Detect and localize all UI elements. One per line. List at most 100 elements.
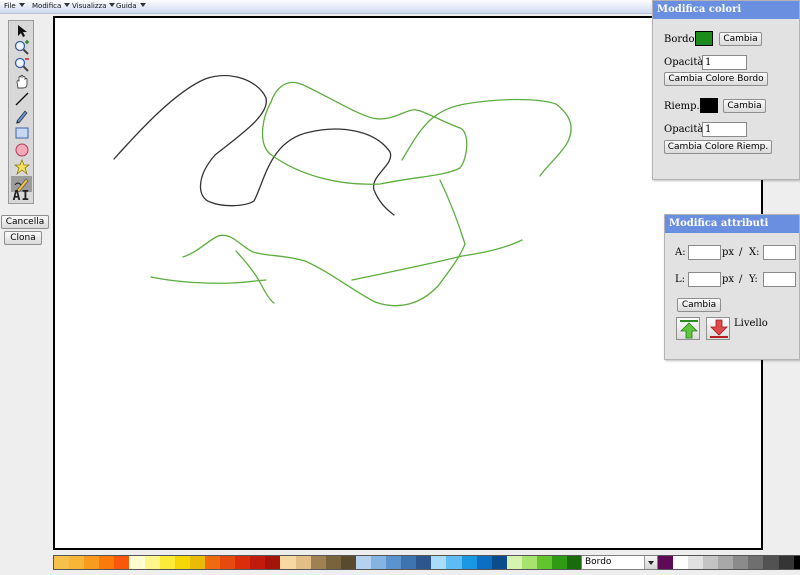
palette-color-swatch[interactable] bbox=[159, 556, 175, 569]
attributes-panel: Modifica attributi A: px / X: L: px / Y:… bbox=[664, 214, 800, 360]
palette-color-swatch[interactable] bbox=[129, 556, 145, 569]
palette-color-swatch[interactable] bbox=[295, 556, 311, 569]
palette-color-swatch[interactable] bbox=[748, 556, 764, 569]
y-input[interactable] bbox=[763, 272, 796, 287]
palette-color-swatch[interactable] bbox=[657, 556, 673, 569]
palette-color-swatch[interactable] bbox=[54, 556, 70, 569]
ellipse-icon[interactable] bbox=[11, 142, 32, 158]
stroke-green-5 bbox=[150, 276, 267, 284]
palette-color-swatch[interactable] bbox=[370, 556, 387, 569]
palette-color-swatch[interactable] bbox=[416, 556, 432, 569]
menu-file[interactable]: File bbox=[4, 2, 25, 10]
palette-color-swatch[interactable] bbox=[340, 556, 356, 569]
chevron-down-icon bbox=[139, 3, 146, 7]
border-change-button[interactable]: Cambia bbox=[719, 32, 762, 46]
palette-color-swatch[interactable] bbox=[355, 556, 371, 569]
palette-color-swatch[interactable] bbox=[235, 556, 251, 569]
palette-color-swatch[interactable] bbox=[204, 556, 221, 569]
arrow-up-icon bbox=[680, 320, 698, 339]
palette-color-swatch[interactable] bbox=[99, 556, 115, 569]
palette-color-swatch[interactable] bbox=[763, 556, 779, 569]
line-icon[interactable] bbox=[11, 91, 32, 107]
palette-color-swatch[interactable] bbox=[476, 556, 492, 569]
palette-color-swatch[interactable] bbox=[506, 556, 522, 569]
separator-slash: / bbox=[739, 274, 743, 285]
palette-color-swatch[interactable] bbox=[265, 556, 281, 569]
zoom-out-icon[interactable] bbox=[11, 57, 32, 73]
palette-color-swatch[interactable] bbox=[144, 556, 160, 569]
palette-color-swatch[interactable] bbox=[280, 556, 296, 569]
stroke-green-4 bbox=[351, 239, 523, 281]
palette-color-swatch[interactable] bbox=[491, 556, 507, 569]
palette-color-swatch[interactable] bbox=[521, 556, 537, 569]
select-arrow-icon[interactable] bbox=[11, 23, 32, 39]
rectangle-icon[interactable] bbox=[11, 125, 32, 141]
chevron-down-icon bbox=[18, 3, 25, 7]
fill-color-label: Riemp.: bbox=[664, 101, 704, 112]
x-input[interactable] bbox=[763, 245, 796, 260]
l-unit: px bbox=[722, 274, 735, 285]
palette-color-swatch[interactable] bbox=[537, 556, 553, 569]
zoom-in-icon[interactable] bbox=[11, 40, 32, 56]
a-label: A: bbox=[675, 247, 686, 258]
text-icon[interactable]: AI bbox=[11, 188, 32, 204]
palette-color-swatch[interactable] bbox=[793, 556, 800, 569]
fill-opacity-input[interactable] bbox=[702, 122, 747, 137]
palette-color-swatch[interactable] bbox=[778, 556, 794, 569]
stroke-dark-1 bbox=[113, 75, 395, 216]
palette-color-swatch[interactable] bbox=[250, 556, 266, 569]
colors-panel: Modifica colori Bordo: Cambia Opacità: C… bbox=[652, 0, 800, 180]
palette-color-swatch[interactable] bbox=[703, 556, 719, 569]
chevron-down-icon bbox=[644, 556, 657, 569]
border-opacity-label: Opacità: bbox=[664, 57, 707, 68]
palette-color-swatch[interactable] bbox=[672, 556, 688, 569]
palette-color-swatch[interactable] bbox=[386, 556, 402, 569]
arrow-down-icon bbox=[710, 319, 728, 338]
palette-target-select[interactable]: Bordo bbox=[581, 555, 658, 570]
menu-modifica[interactable]: Modifica bbox=[32, 2, 71, 10]
palette-color-swatch[interactable] bbox=[174, 556, 190, 569]
palette-color-swatch[interactable] bbox=[687, 556, 704, 569]
color-palette bbox=[53, 555, 800, 570]
palette-color-swatch[interactable] bbox=[401, 556, 417, 569]
delete-button[interactable]: Cancella bbox=[1, 215, 49, 229]
clone-button[interactable]: Clona bbox=[4, 231, 42, 245]
a-unit: px bbox=[722, 247, 735, 258]
pan-hand-icon[interactable] bbox=[11, 74, 32, 90]
palette-color-swatch[interactable] bbox=[552, 556, 568, 569]
palette-color-swatch[interactable] bbox=[718, 556, 734, 569]
stroke-green-6 bbox=[235, 250, 275, 304]
attributes-change-button[interactable]: Cambia bbox=[677, 298, 721, 312]
palette-color-swatch[interactable] bbox=[461, 556, 477, 569]
menu-visualizza[interactable]: Visualizza bbox=[72, 2, 116, 10]
pencil-icon[interactable] bbox=[11, 108, 32, 124]
border-opacity-input[interactable] bbox=[702, 55, 747, 70]
colors-panel-title: Modifica colori bbox=[653, 1, 799, 19]
fill-opacity-label: Opacità: bbox=[664, 124, 707, 135]
y-label: Y: bbox=[749, 274, 758, 285]
change-fill-color-button[interactable]: Cambia Colore Riemp. bbox=[664, 140, 772, 154]
fill-change-button[interactable]: Cambia bbox=[723, 99, 766, 113]
level-up-button[interactable] bbox=[676, 317, 700, 340]
attributes-panel-title: Modifica attributi bbox=[665, 215, 799, 233]
a-input[interactable] bbox=[688, 245, 721, 260]
level-label: Livello bbox=[734, 318, 768, 329]
palette-color-swatch[interactable] bbox=[325, 556, 341, 569]
palette-color-swatch[interactable] bbox=[84, 556, 100, 569]
palette-color-swatch[interactable] bbox=[69, 556, 85, 569]
border-color-swatch[interactable] bbox=[695, 31, 713, 46]
fill-color-swatch[interactable] bbox=[700, 98, 718, 113]
palette-color-swatch[interactable] bbox=[446, 556, 462, 569]
palette-color-swatch[interactable] bbox=[733, 556, 749, 569]
change-border-color-button[interactable]: Cambia Colore Bordo bbox=[664, 72, 768, 86]
l-input[interactable] bbox=[688, 272, 721, 287]
palette-color-swatch[interactable] bbox=[431, 556, 447, 569]
l-label: L: bbox=[675, 274, 686, 285]
palette-color-swatch[interactable] bbox=[114, 556, 130, 569]
palette-color-swatch[interactable] bbox=[189, 556, 205, 569]
polygon-star-icon[interactable] bbox=[11, 159, 32, 175]
palette-color-swatch[interactable] bbox=[220, 556, 236, 569]
palette-color-swatch[interactable] bbox=[310, 556, 326, 569]
menu-guida[interactable]: Guida bbox=[116, 2, 146, 10]
level-down-button[interactable] bbox=[706, 317, 730, 340]
